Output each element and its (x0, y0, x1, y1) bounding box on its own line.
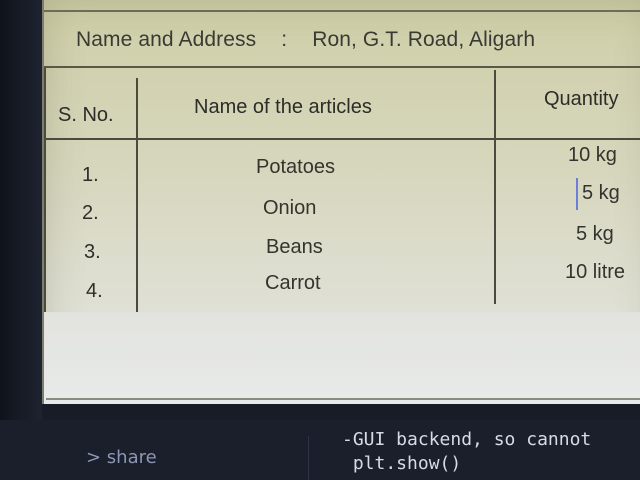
text-cursor (576, 178, 578, 210)
header-quantity: Quantity (544, 88, 619, 110)
share-button[interactable]: > share (86, 447, 157, 468)
header-sno: S. No. (58, 104, 114, 126)
row-4-quantity: 10 litre (565, 261, 626, 283)
document-view: Name and Address: Ron, G.T. Road, Aligarh… (42, 0, 640, 404)
document-bottom-edge (46, 398, 640, 400)
row-2-sno: 2. (82, 202, 99, 224)
bottom-bar-divider (308, 436, 309, 480)
table-col-divider-2 (494, 70, 496, 304)
row-4-article: Carrot (265, 272, 321, 294)
top-rule (44, 10, 640, 12)
document-empty-area (44, 312, 640, 404)
row-3-sno: 3. (84, 241, 101, 263)
console-line-2: plt.show() (342, 453, 462, 474)
table-border-left (44, 68, 46, 314)
table-header-rule (44, 138, 640, 140)
row-2-article: Onion (263, 197, 317, 219)
name-address-value: Ron, G.T. Road, Aligarh (312, 28, 536, 51)
console-line-1: -GUI backend, so cannot (342, 429, 592, 450)
name-address-row: Name and Address: Ron, G.T. Road, Aligarh (76, 28, 535, 52)
row-1-quantity: 10 kg (568, 144, 617, 166)
header-article: Name of the articles (194, 96, 372, 118)
console-output: -GUI backend, so cannot plt.show() (342, 428, 591, 476)
name-address-separator: : (281, 28, 288, 51)
left-panel-edge (0, 0, 42, 420)
row-2-quantity: 5 kg (582, 182, 620, 204)
row-1-sno: 1. (82, 164, 99, 186)
row-4-sno: 4. (86, 280, 103, 302)
table-col-divider-1 (136, 78, 138, 314)
row-1-article: Potatoes (256, 156, 335, 178)
row-3-article: Beans (266, 236, 323, 258)
name-address-label: Name and Address (76, 28, 257, 51)
row-3-quantity: 5 kg (576, 223, 614, 245)
